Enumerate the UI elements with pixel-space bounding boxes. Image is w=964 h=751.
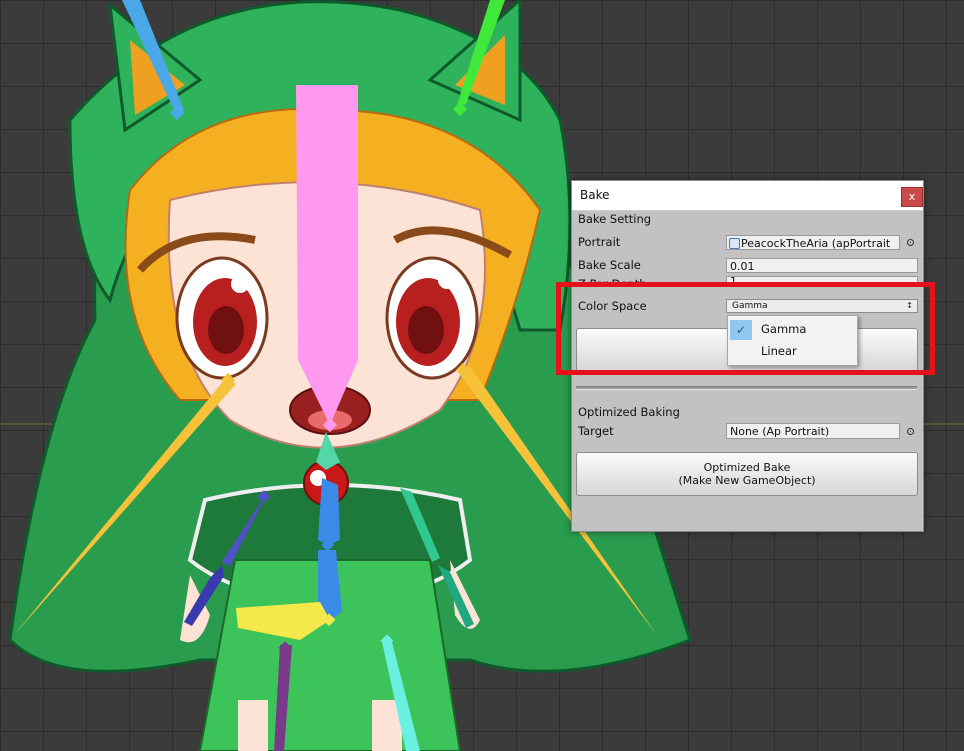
target-field[interactable]: None (Ap Portrait) [726, 423, 900, 439]
optimized-bake-button[interactable]: Optimized Bake (Make New GameObject) [576, 452, 918, 496]
portrait-value: PeacockTheAria (apPortrait [741, 237, 891, 250]
portrait-field[interactable]: PeacockTheAria (apPortrait [726, 235, 900, 250]
portrait-asset-icon [729, 238, 740, 249]
optimized-bake-sublabel: (Make New GameObject) [678, 474, 816, 487]
window-title: Bake [580, 188, 610, 202]
highlight-annotation [556, 282, 935, 375]
optimized-baking-header: Optimized Baking [578, 405, 680, 419]
section-divider [576, 386, 917, 390]
portrait-label: Portrait [578, 235, 621, 249]
bake-scale-label: Bake Scale [578, 258, 641, 272]
bake-setting-header: Bake Setting [578, 212, 652, 226]
close-button[interactable]: x [901, 187, 923, 207]
target-label: Target [578, 424, 614, 438]
title-bar[interactable]: Bake x [572, 181, 923, 211]
optimized-bake-label: Optimized Bake [703, 461, 791, 474]
bake-scale-field[interactable]: 0.01 [726, 258, 918, 273]
target-picker-icon[interactable] [907, 428, 914, 435]
object-picker-icon[interactable] [907, 239, 914, 246]
